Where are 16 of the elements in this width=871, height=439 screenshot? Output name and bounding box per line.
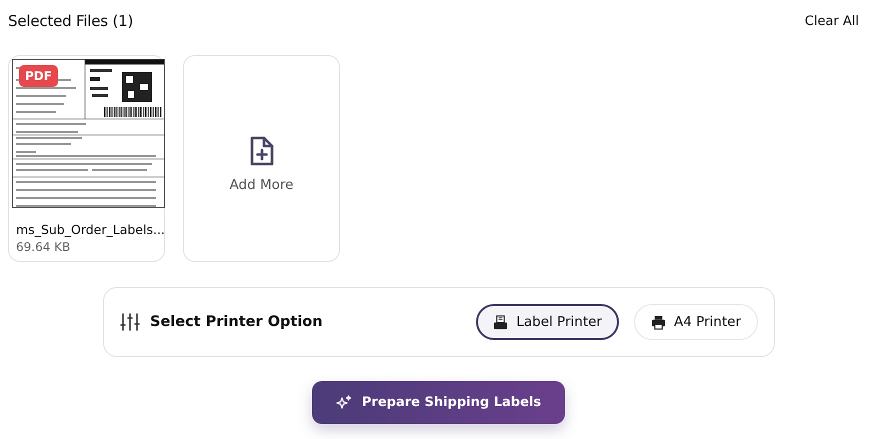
printer-option-button[interactable]: A4 Printer: [634, 304, 758, 340]
selected-files-title: Selected Files (1): [8, 12, 134, 30]
sliders-icon: [120, 313, 140, 331]
file-size: 69.64 KB: [16, 240, 70, 254]
printer-option-title: Select Printer Option: [150, 314, 324, 330]
clear-all-button[interactable]: Clear All: [804, 14, 859, 28]
file-plus-icon: [248, 134, 274, 166]
file-card[interactable]: PDF ms_Sub_Order_Labels... 69.64 KB: [8, 55, 165, 262]
file-name: ms_Sub_Order_Labels...: [16, 222, 165, 237]
printer-icon: [650, 314, 666, 330]
label-printer-icon: [493, 314, 508, 330]
printer-option-button[interactable]: Label Printer: [476, 304, 619, 340]
pdf-badge: PDF: [19, 65, 58, 87]
prepare-labels-button[interactable]: Prepare Shipping Labels: [312, 381, 565, 424]
add-more-button[interactable]: Add More: [183, 55, 340, 262]
sparkles-icon: [336, 394, 352, 410]
